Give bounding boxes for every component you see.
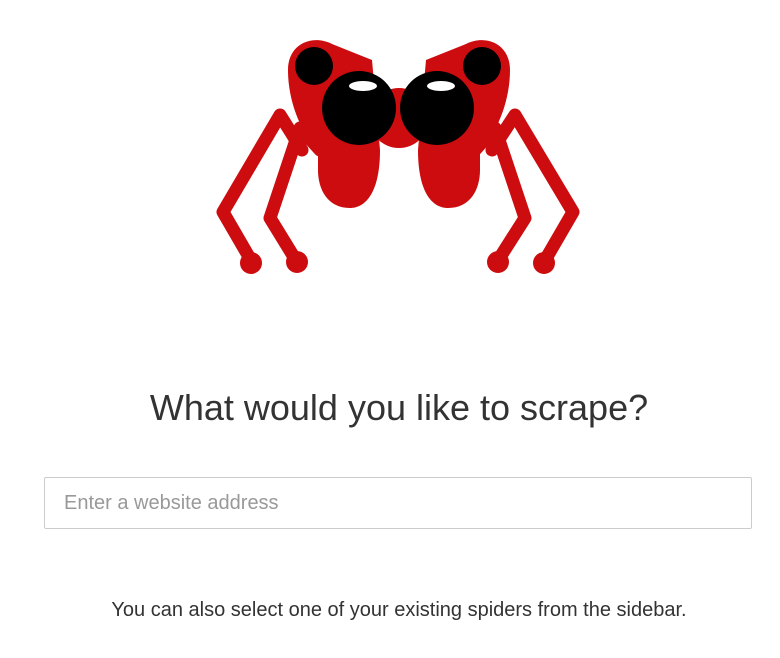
- page-title: What would you like to scrape?: [149, 387, 649, 428]
- spider-eye-small-right: [463, 47, 501, 85]
- sidebar-hint-text: You can also select one of your existing…: [111, 599, 687, 621]
- website-address-input[interactable]: [44, 477, 752, 529]
- spider-eye-small-left: [295, 47, 333, 85]
- spider-logo-icon: [216, 40, 580, 274]
- spider-leg-inner-left: [263, 121, 327, 269]
- start-page: What would you like to scrape? You can a…: [0, 0, 780, 658]
- spider-leg-inner-right: [468, 121, 532, 269]
